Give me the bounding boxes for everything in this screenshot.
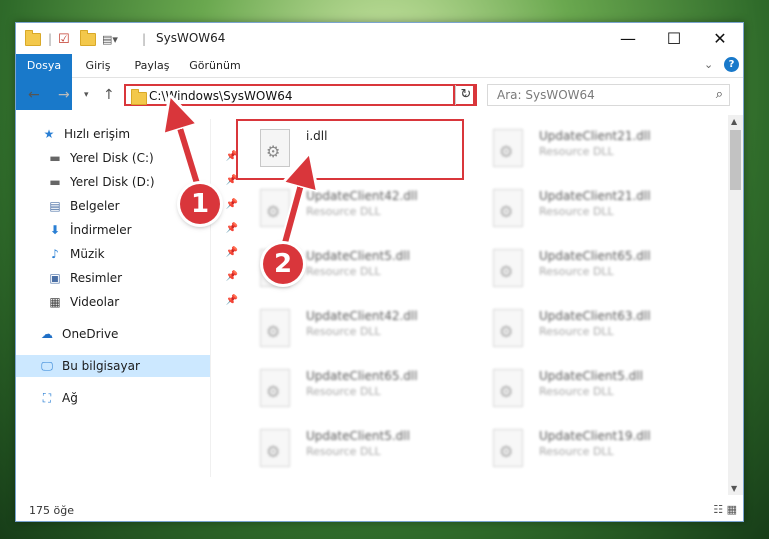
step-2-badge: 2 — [263, 244, 303, 284]
arrow-2 — [280, 170, 305, 251]
arrow-1 — [175, 112, 202, 191]
annotation-arrows — [0, 0, 769, 252]
step-1-badge: 1 — [180, 184, 220, 224]
